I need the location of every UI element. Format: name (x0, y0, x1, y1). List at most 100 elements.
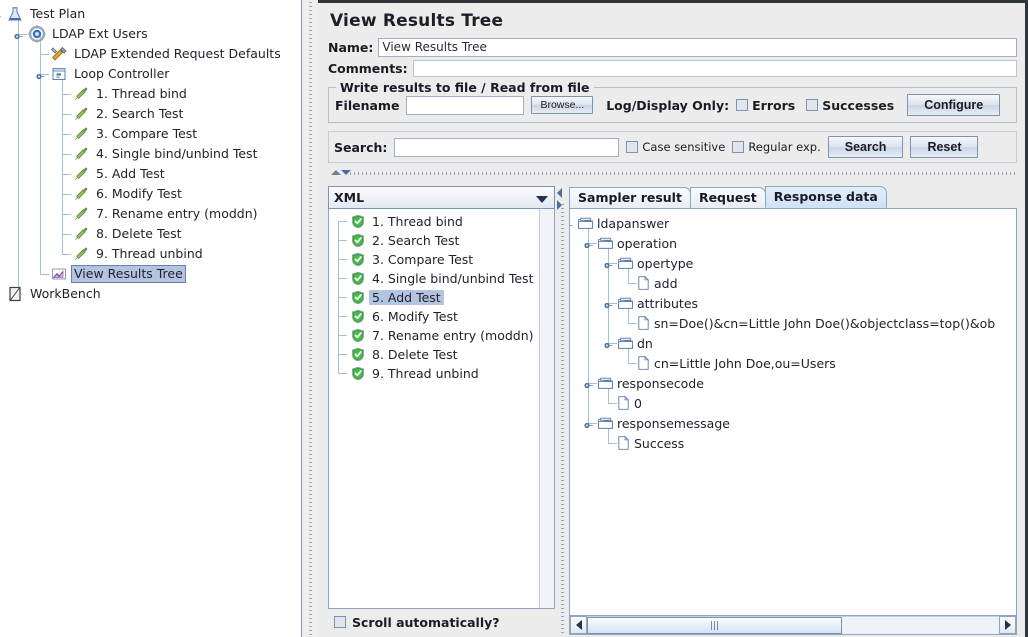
search-input[interactable] (394, 137, 620, 157)
tree-item-workbench[interactable]: WorkBench (0, 284, 301, 304)
renderer-combobox[interactable]: XML (328, 186, 555, 209)
results-list-vscrollbar[interactable] (539, 209, 554, 608)
tree-item-label: 8. Delete Test (96, 226, 182, 241)
tree-item-2-search-test[interactable]: 2. Search Test (0, 104, 301, 124)
tree-item-8-delete-test[interactable]: 8. Delete Test (0, 224, 301, 244)
renderer-selected-value: XML (334, 190, 365, 205)
xml-node[interactable]: ldapanswer (570, 213, 1016, 233)
xml-node[interactable]: responsecode (570, 373, 1016, 393)
successes-checkbox-wrap[interactable]: Successes (806, 98, 894, 113)
tab-request[interactable]: Request (689, 187, 766, 208)
tree-item-label: 3. Compare Test (96, 126, 198, 141)
tab-response-data[interactable]: Response data (764, 186, 887, 208)
filename-input[interactable] (406, 95, 525, 115)
sampler-results-tree[interactable]: 1. Thread bind 2. Search Test 3. Compare T… (328, 209, 555, 609)
xml-node[interactable]: operation (570, 233, 1016, 253)
test-plan-tree-panel[interactable]: Test Plan LDAP Ext Users LDAP Extended Req… (0, 0, 302, 637)
result-item[interactable]: 8. Delete Test (329, 345, 554, 364)
response-tabs[interactable]: Sampler result Request Response data (569, 186, 1017, 208)
chevron-down-icon[interactable] (536, 196, 548, 203)
tree-item-view-results-tree[interactable]: View Results Tree (0, 264, 301, 284)
tree-expand-handle[interactable] (0, 9, 1, 18)
xml-expand-handle[interactable] (604, 298, 613, 309)
xml-expand-handle[interactable] (570, 218, 573, 227)
result-item[interactable]: 4. Single bind/unbind Test (329, 269, 554, 288)
case-sensitive-checkbox-wrap[interactable]: Case sensitive (626, 140, 725, 154)
xml-node-label: ldapanswer (597, 215, 670, 231)
result-item-label: 7. Rename entry (moddn) (372, 328, 534, 343)
xml-node[interactable]: sn=Doe()&cn=Little John Doe()&objectclas… (570, 313, 1016, 333)
xml-expand-handle[interactable] (604, 338, 613, 349)
scroll-left-button[interactable] (570, 616, 587, 634)
regular-exp-label: Regular exp. (748, 140, 821, 154)
sampler-icon (72, 105, 90, 123)
test-plan-tree[interactable]: Test Plan LDAP Ext Users LDAP Extended Req… (0, 0, 301, 304)
result-item[interactable]: 5. Add Test (329, 288, 554, 307)
xml-expand-handle[interactable] (584, 238, 593, 249)
tree-item-5-add-test[interactable]: 5. Add Test (0, 164, 301, 184)
result-item-label: 1. Thread bind (372, 214, 463, 229)
search-label: Search: (334, 139, 388, 155)
reset-button[interactable]: Reset (910, 136, 979, 158)
regular-exp-checkbox[interactable] (732, 141, 745, 153)
response-hscrollbar[interactable] (569, 616, 1017, 635)
errors-label: Errors (752, 97, 796, 113)
xml-node[interactable]: cn=Little John Doe,ou=Users (570, 353, 1016, 373)
case-sensitive-checkbox[interactable] (626, 141, 639, 153)
tree-expand-handle[interactable] (36, 69, 45, 80)
tree-item-6-modify-test[interactable]: 6. Modify Test (0, 184, 301, 204)
result-item[interactable]: 7. Rename entry (moddn) (329, 326, 554, 345)
configure-button[interactable]: Configure (907, 94, 1001, 116)
xml-node[interactable]: responsemessage (570, 413, 1016, 433)
tree-item-3-compare-test[interactable]: 3. Compare Test (0, 124, 301, 144)
tree-item-4-single-bind-unbind-test[interactable]: 4. Single bind/unbind Test (0, 144, 301, 164)
xml-node[interactable]: opertype (570, 253, 1016, 273)
collapse-up-icon[interactable] (331, 170, 341, 175)
tree-item-7-rename-entry-moddn[interactable]: 7. Rename entry (moddn) (0, 204, 301, 224)
main-vertical-splitter[interactable] (303, 0, 318, 637)
xml-node[interactable]: add (570, 273, 1016, 293)
result-item[interactable]: 9. Thread unbind (329, 364, 554, 383)
tree-item-ldap-ext-users[interactable]: LDAP Ext Users (0, 24, 301, 44)
hscroll-thumb[interactable] (587, 617, 842, 634)
xml-expand-handle[interactable] (584, 418, 593, 429)
hscroll-track[interactable] (587, 616, 999, 634)
name-input[interactable]: View Results Tree (378, 38, 1017, 57)
xml-node[interactable]: Success (570, 433, 1016, 453)
errors-checkbox[interactable] (736, 99, 749, 111)
tree-item-1-thread-bind[interactable]: 1. Thread bind (0, 84, 301, 104)
sampler-icon (72, 205, 90, 223)
browse-button[interactable]: Browse... (531, 96, 594, 114)
result-item[interactable]: 1. Thread bind (329, 212, 554, 231)
tab-sampler-result[interactable]: Sampler result (569, 187, 691, 208)
scroll-automatically-row[interactable]: Scroll automatically? (328, 609, 555, 635)
xml-node[interactable]: attributes (570, 293, 1016, 313)
result-item[interactable]: 2. Search Test (329, 231, 554, 250)
response-data-xml-tree[interactable]: ldapanswer operation opertype add attributes… (569, 208, 1017, 616)
search-button[interactable]: Search (827, 136, 904, 158)
tree-item-label: 9. Thread unbind (96, 246, 203, 261)
scroll-right-button[interactable] (999, 616, 1016, 634)
tree-item-loop-controller[interactable]: Loop Controller (0, 64, 301, 84)
xml-expand-handle[interactable] (604, 258, 613, 269)
regular-exp-checkbox-wrap[interactable]: Regular exp. (732, 140, 821, 154)
xml-node-label: dn (637, 335, 653, 351)
tree-item-test-plan[interactable]: Test Plan (0, 4, 301, 24)
tree-item-9-thread-unbind[interactable]: 9. Thread unbind (0, 244, 301, 264)
scroll-automatically-checkbox[interactable] (334, 616, 346, 628)
arrow-left-icon (575, 620, 582, 630)
errors-checkbox-wrap[interactable]: Errors (736, 98, 795, 113)
results-inner-splitter[interactable] (555, 186, 569, 635)
tree-item-ldap-extended-request-defaults[interactable]: LDAP Extended Request Defaults (0, 44, 301, 64)
comments-input[interactable] (412, 60, 1017, 77)
result-item[interactable]: 3. Compare Test (329, 250, 554, 269)
tree-expand-handle[interactable] (14, 29, 23, 40)
collapse-left-icon[interactable] (557, 188, 562, 198)
xml-expand-handle[interactable] (584, 378, 593, 389)
successes-checkbox[interactable] (806, 99, 819, 111)
filename-row: Filename Browse... Log/Display Only: Err… (335, 94, 1010, 116)
horizontal-splitter[interactable] (328, 168, 1017, 177)
result-item[interactable]: 6. Modify Test (329, 307, 554, 326)
xml-node[interactable]: dn (570, 333, 1016, 353)
xml-node[interactable]: 0 (570, 393, 1016, 413)
